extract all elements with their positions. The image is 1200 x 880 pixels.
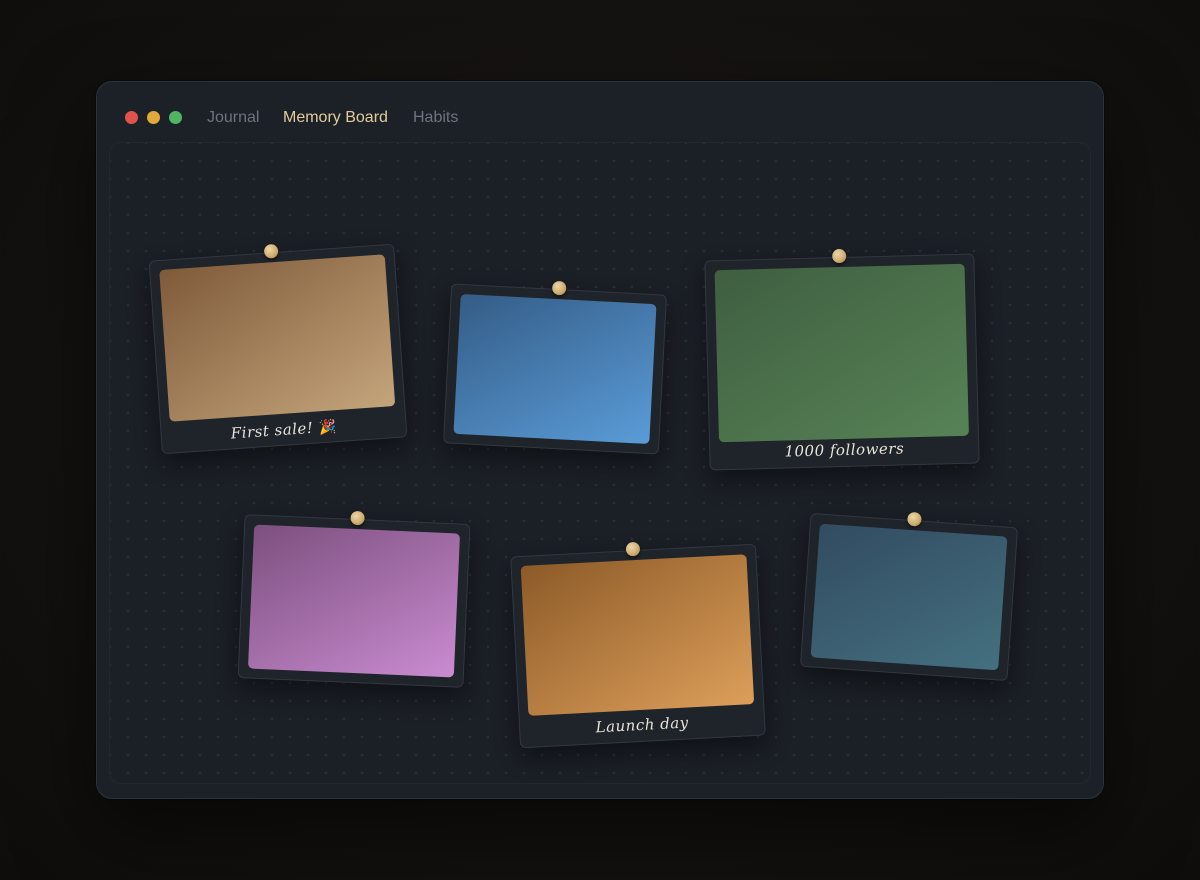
- pin-icon: [551, 280, 567, 296]
- memory-photo: [453, 293, 657, 445]
- pin-icon: [350, 510, 365, 526]
- memory-photo: [714, 263, 969, 443]
- title-bar: Journal Memory Board Habits: [97, 82, 1103, 142]
- pin-icon: [625, 541, 641, 557]
- memory-card[interactable]: Launch day: [510, 541, 766, 749]
- tab-memory-board[interactable]: Memory Board: [283, 109, 388, 127]
- app-window: Journal Memory Board Habits First sale! …: [96, 81, 1104, 799]
- memory-photo: [247, 524, 461, 678]
- party-popper-icon: 🎉: [318, 419, 338, 437]
- memory-card[interactable]: [237, 510, 471, 688]
- caption-text: First sale!: [230, 418, 314, 443]
- memory-card[interactable]: First sale! 🎉: [148, 243, 408, 455]
- memory-board: First sale! 🎉 1000 followers Launch day: [109, 142, 1091, 784]
- memory-photo: [520, 554, 755, 716]
- memory-card[interactable]: [799, 511, 1019, 682]
- memory-photo: [810, 523, 1008, 671]
- memory-photo: [159, 254, 396, 422]
- memory-card[interactable]: 1000 followers: [704, 248, 980, 471]
- memory-card[interactable]: [442, 280, 668, 455]
- pin-icon: [832, 248, 847, 264]
- zoom-window-button[interactable]: [169, 111, 182, 124]
- pin-icon: [906, 511, 922, 527]
- close-window-button[interactable]: [125, 111, 138, 124]
- pin-icon: [263, 243, 279, 259]
- minimize-window-button[interactable]: [147, 111, 160, 124]
- tab-habits[interactable]: Habits: [413, 109, 458, 127]
- tab-journal[interactable]: Journal: [207, 109, 259, 127]
